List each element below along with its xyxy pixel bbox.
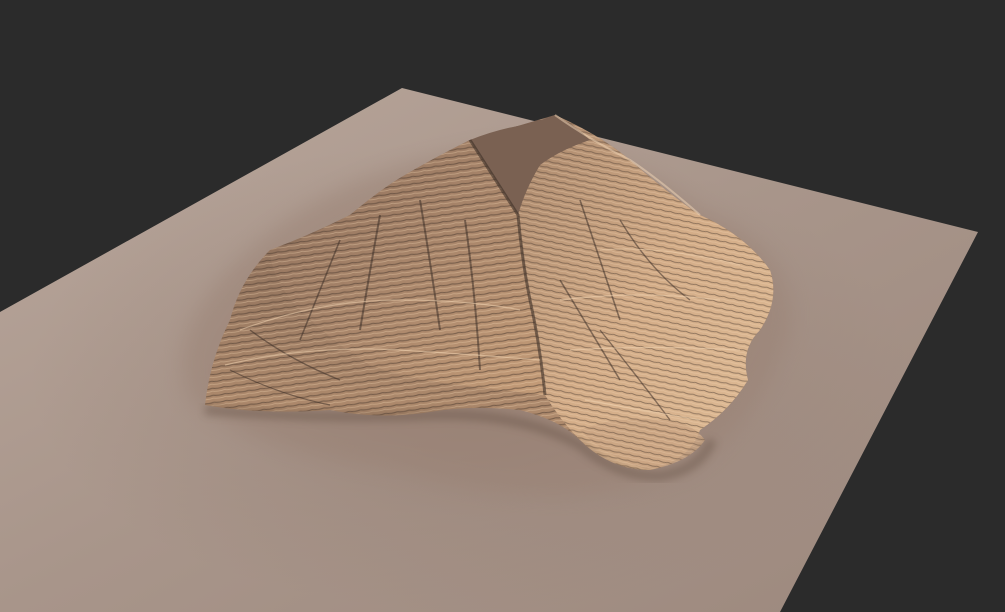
3d-viewport[interactable] — [0, 0, 1005, 612]
terrain-render — [0, 88, 978, 612]
